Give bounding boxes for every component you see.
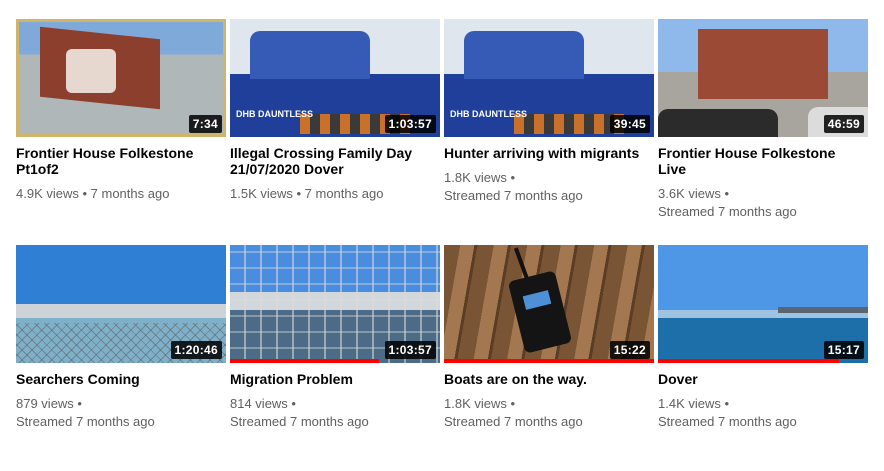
duration-badge: 1:20:46 xyxy=(170,341,222,359)
watch-progress-bar xyxy=(658,359,839,363)
video-card[interactable]: 1:03:57 Migration Problem 814 views Stre… xyxy=(230,245,440,471)
duration-badge: 7:34 xyxy=(188,115,222,133)
duration-badge: 15:22 xyxy=(609,341,650,359)
view-count: 1.8K views xyxy=(444,170,507,185)
video-title[interactable]: Migration Problem xyxy=(230,371,440,387)
video-card[interactable]: 46:59 Frontier House Folkestone Live 3.6… xyxy=(658,19,868,245)
view-count: 1.4K views xyxy=(658,396,721,411)
video-meta: 1.5K views 7 months ago xyxy=(230,185,440,203)
upload-age: Streamed 7 months ago xyxy=(230,414,369,429)
upload-age: Streamed 7 months ago xyxy=(16,414,155,429)
video-meta: 1.4K views Streamed 7 months ago xyxy=(658,395,868,431)
duration-badge: 1:03:57 xyxy=(384,115,436,133)
duration-badge: 46:59 xyxy=(823,115,864,133)
video-card[interactable]: 15:22 Boats are on the way. 1.8K views S… xyxy=(444,245,654,471)
video-thumbnail[interactable]: DHB DAUNTLESS 39:45 xyxy=(444,19,654,137)
video-title[interactable]: Illegal Crossing Family Day 21/07/2020 D… xyxy=(230,145,440,177)
video-grid: 7:34 Frontier House Folkestone Pt1of2 4.… xyxy=(16,19,868,471)
video-meta: 879 views Streamed 7 months ago xyxy=(16,395,226,431)
video-card[interactable]: 7:34 Frontier House Folkestone Pt1of2 4.… xyxy=(16,19,226,245)
video-card[interactable]: 1:20:46 Searchers Coming 879 views Strea… xyxy=(16,245,226,471)
video-meta: 814 views Streamed 7 months ago xyxy=(230,395,440,431)
video-thumbnail[interactable]: 1:20:46 xyxy=(16,245,226,363)
view-count: 1.5K views xyxy=(230,186,293,201)
video-title[interactable]: Frontier House Folkestone Live xyxy=(658,145,868,177)
video-card[interactable]: 15:17 Dover 1.4K views Streamed 7 months… xyxy=(658,245,868,471)
view-count: 814 views xyxy=(230,396,288,411)
upload-age: Streamed 7 months ago xyxy=(658,414,797,429)
upload-age: Streamed 7 months ago xyxy=(658,204,797,219)
view-count: 3.6K views xyxy=(658,186,721,201)
watch-progress-bar xyxy=(444,359,654,363)
boat-name-text: DHB DAUNTLESS xyxy=(450,109,528,119)
video-meta: 3.6K views Streamed 7 months ago xyxy=(658,185,868,221)
video-thumbnail[interactable]: 15:22 xyxy=(444,245,654,363)
watch-progress-bar xyxy=(230,359,380,363)
view-count: 879 views xyxy=(16,396,74,411)
video-title[interactable]: Boats are on the way. xyxy=(444,371,654,387)
video-title[interactable]: Searchers Coming xyxy=(16,371,226,387)
video-title[interactable]: Frontier House Folkestone Pt1of2 xyxy=(16,145,226,177)
video-title[interactable]: Dover xyxy=(658,371,868,387)
upload-age: Streamed 7 months ago xyxy=(444,414,583,429)
duration-badge: 1:03:57 xyxy=(384,341,436,359)
view-count: 1.8K views xyxy=(444,396,507,411)
boat-name-text: DHB DAUNTLESS xyxy=(236,109,314,119)
video-thumbnail[interactable]: 46:59 xyxy=(658,19,868,137)
view-count: 4.9K views xyxy=(16,186,79,201)
video-title[interactable]: Hunter arriving with migrants xyxy=(444,145,654,161)
duration-badge: 39:45 xyxy=(609,115,650,133)
video-meta: 1.8K views Streamed 7 months ago xyxy=(444,395,654,431)
upload-age: 7 months ago xyxy=(304,186,384,201)
video-card[interactable]: DHB DAUNTLESS 1:03:57 Illegal Crossing F… xyxy=(230,19,440,245)
video-thumbnail[interactable]: 7:34 xyxy=(16,19,226,137)
video-meta: 4.9K views 7 months ago xyxy=(16,185,226,203)
video-thumbnail[interactable]: 1:03:57 xyxy=(230,245,440,363)
upload-age: Streamed 7 months ago xyxy=(444,188,583,203)
video-thumbnail[interactable]: 15:17 xyxy=(658,245,868,363)
upload-age: 7 months ago xyxy=(90,186,170,201)
video-meta: 1.8K views Streamed 7 months ago xyxy=(444,169,654,205)
duration-badge: 15:17 xyxy=(823,341,864,359)
video-thumbnail[interactable]: DHB DAUNTLESS 1:03:57 xyxy=(230,19,440,137)
video-card[interactable]: DHB DAUNTLESS 39:45 Hunter arriving with… xyxy=(444,19,654,245)
